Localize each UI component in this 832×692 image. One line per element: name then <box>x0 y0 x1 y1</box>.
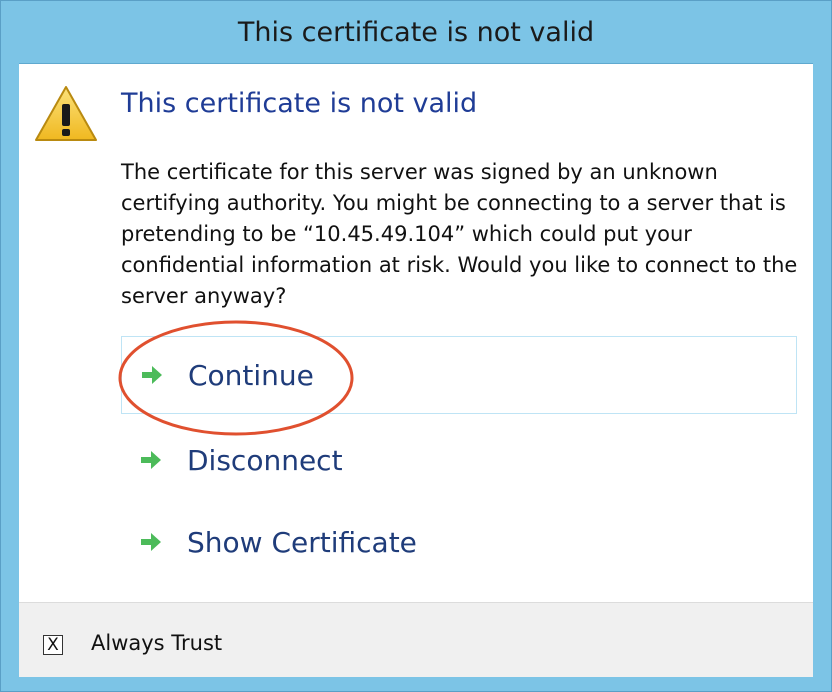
dialog-content: This certificate is not valid The certif… <box>19 63 813 677</box>
dialog-window: This certificate is not valid This certi… <box>0 0 832 692</box>
disconnect-button[interactable]: Disconnect <box>121 421 797 499</box>
green-arrow-right-icon <box>141 533 161 551</box>
show-certificate-button[interactable]: Show Certificate <box>121 503 797 581</box>
dialog-message: The certificate for this server was sign… <box>121 160 798 308</box>
dialog-heading: This certificate is not valid <box>121 88 478 119</box>
always-trust-label[interactable]: Always Trust <box>91 631 222 655</box>
footer-bar: X Always Trust <box>19 602 813 677</box>
continue-label: Continue <box>188 358 314 392</box>
green-arrow-right-icon <box>142 366 162 384</box>
warning-triangle-icon <box>35 86 97 141</box>
show-certificate-label: Show Certificate <box>187 525 417 559</box>
window-title: This certificate is not valid <box>237 16 595 48</box>
always-trust-checkbox[interactable]: X <box>43 635 63 655</box>
disconnect-label: Disconnect <box>187 443 343 477</box>
continue-button[interactable]: Continue <box>121 336 797 414</box>
green-arrow-right-icon <box>141 451 161 469</box>
